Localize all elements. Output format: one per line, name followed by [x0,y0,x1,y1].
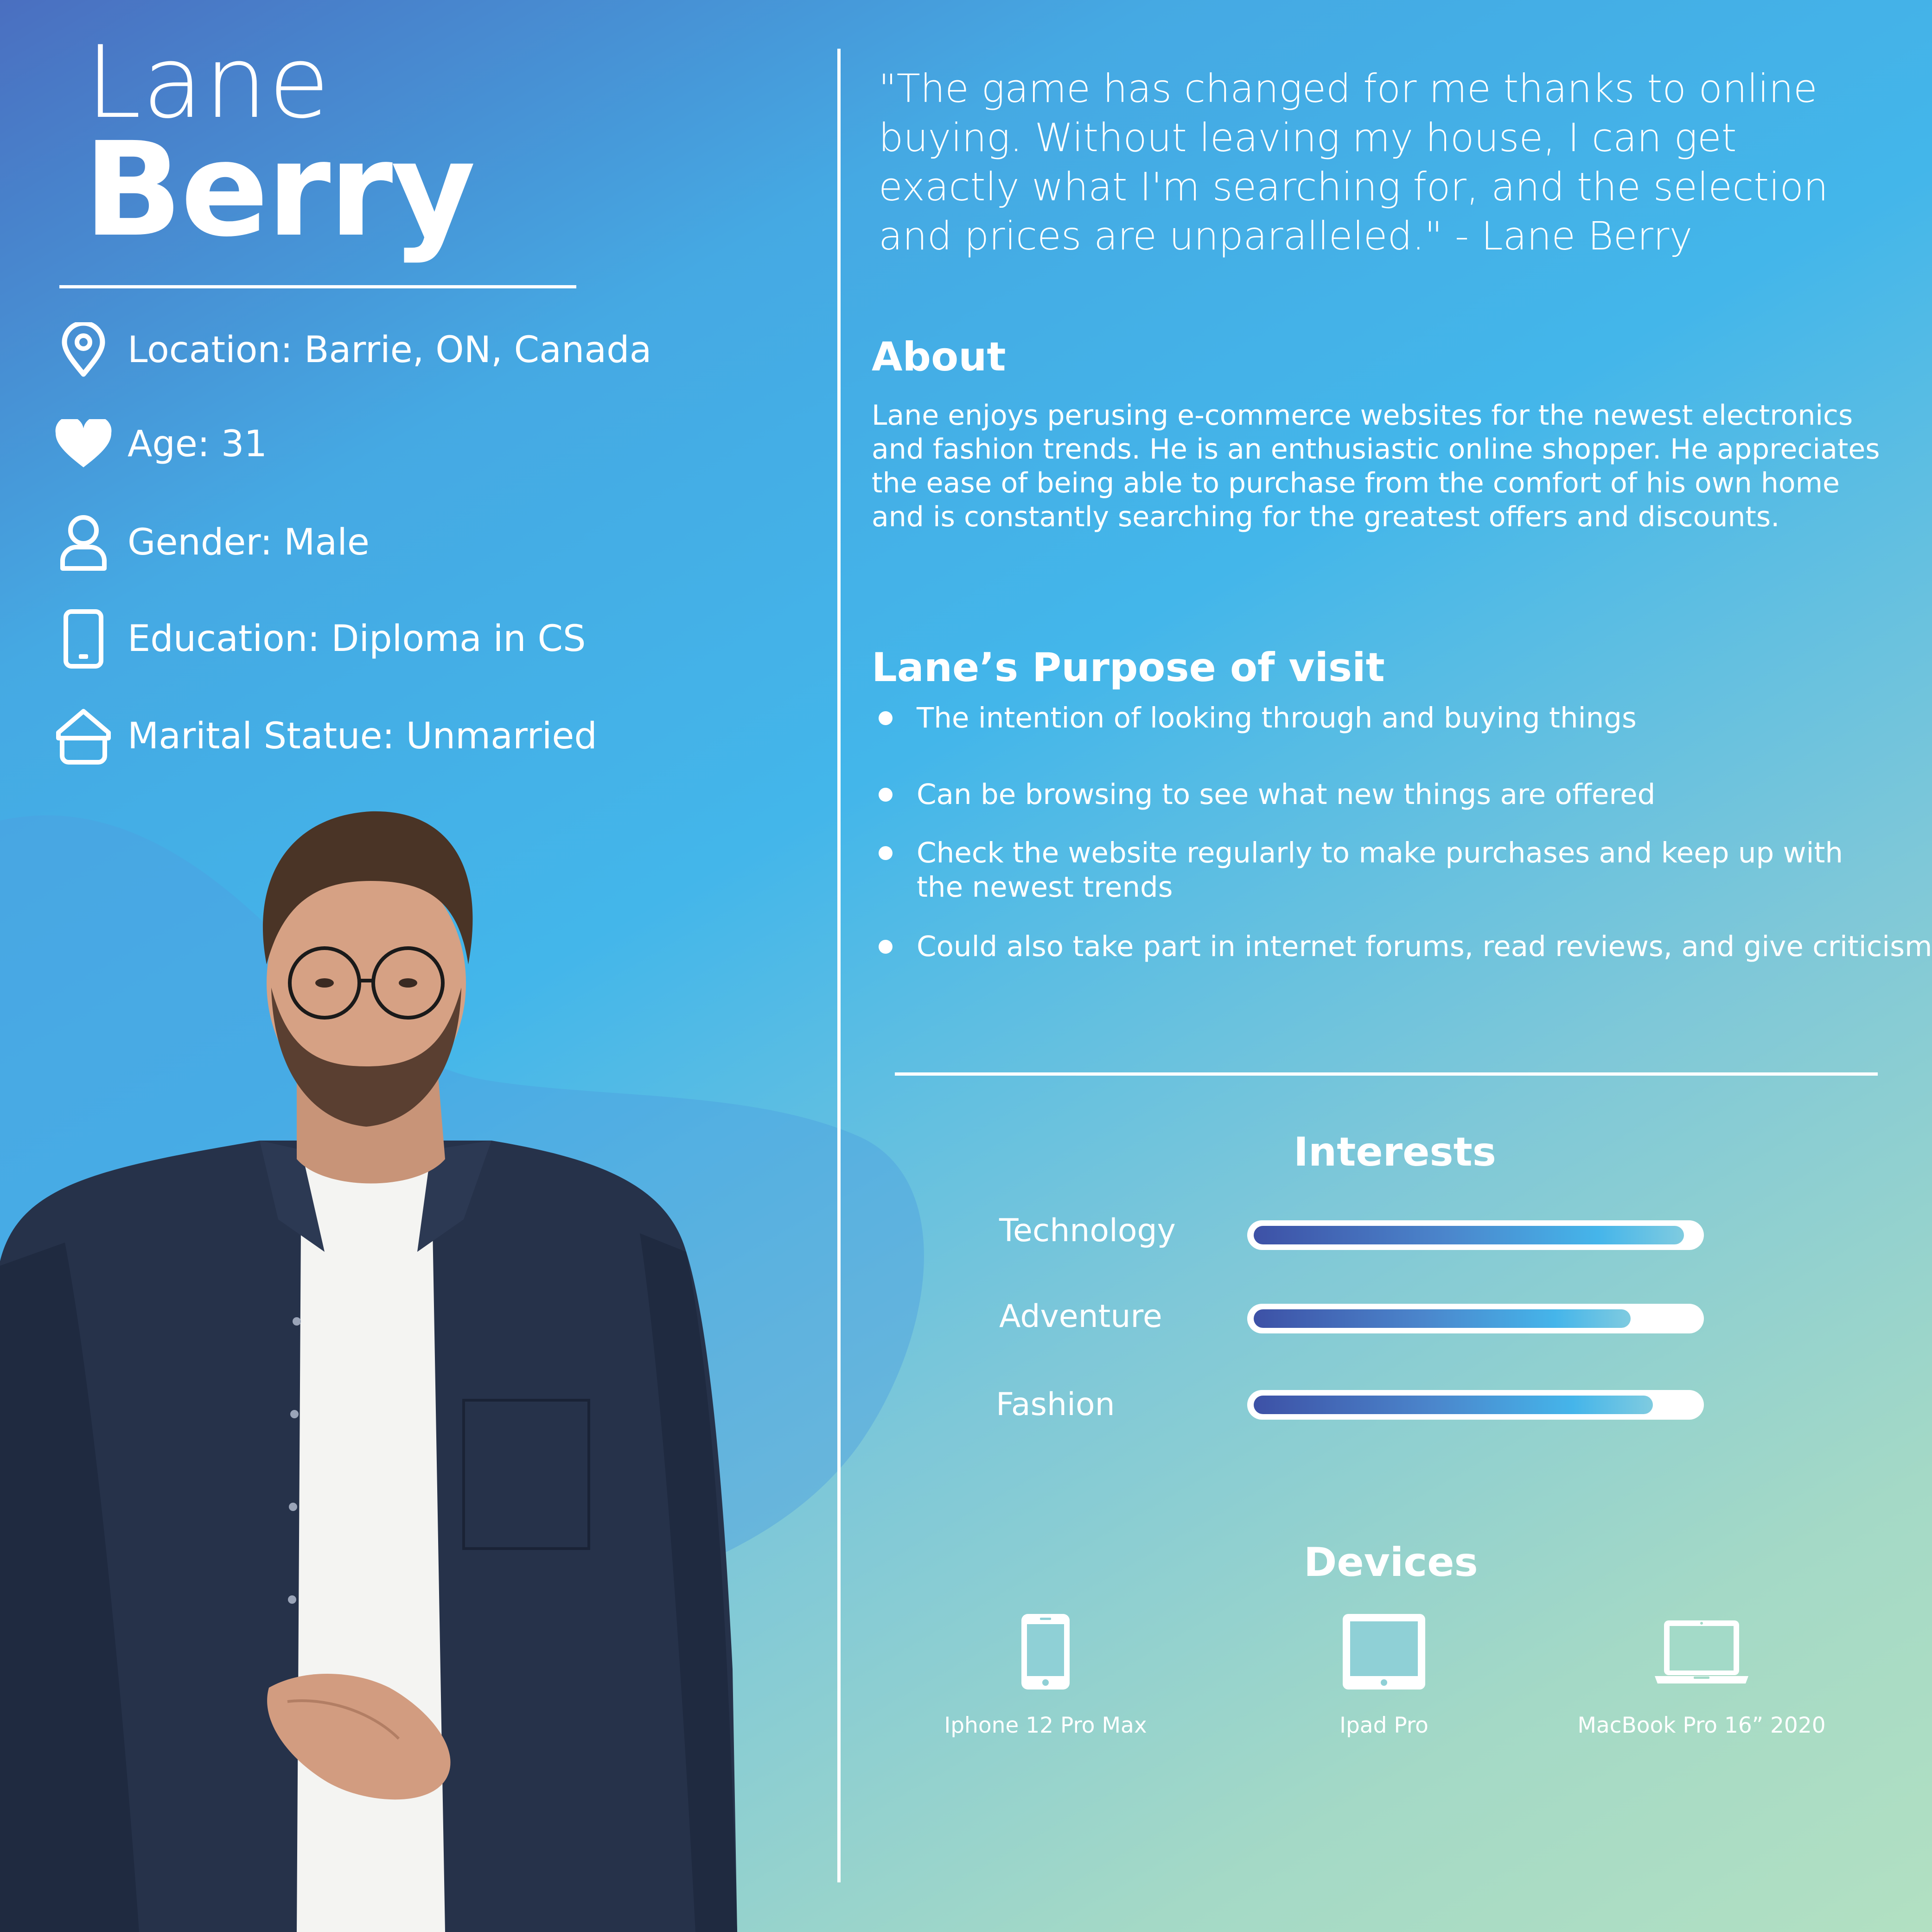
quote-line: and prices are unparalleled." - Lane Ber… [879,213,1693,259]
detail-education-text: Education: Diploma in CS [128,618,586,660]
about-line: the ease of being able to purchase from … [872,467,1840,499]
purpose-item-text: Can be browsing to see what new things a… [917,778,1656,811]
purpose-item: Check the website regularly to make purc… [879,836,1843,905]
house-icon [53,706,114,766]
device-label: Iphone 12 Pro Max [944,1713,1147,1738]
about-heading: About [872,334,1006,380]
interest-bar-track [1247,1390,1704,1420]
about-line: and fashion trends. He is an enthusiasti… [872,433,1880,465]
column-divider [837,49,841,1882]
interests-heading: Interests [1294,1129,1496,1175]
device-label: MacBook Pro 16” 2020 [1577,1713,1826,1738]
person-icon [53,512,114,573]
section-divider [895,1072,1878,1076]
persona-photo [0,811,737,1932]
interest-bar-fill [1254,1396,1653,1414]
purpose-item-text: Could also take part in internet forums,… [917,930,1932,963]
about-text: Lane enjoys perusing e-commerce websites… [872,399,1915,534]
bullet-dot [879,940,893,954]
detail-gender-text: Gender: Male [128,522,370,563]
purpose-item-text: the newest trends [917,871,1173,904]
about-line: Lane enjoys perusing e-commerce websites… [872,399,1853,432]
about-line: and is constantly searching for the grea… [872,501,1780,533]
tablet-icon [1343,1614,1425,1690]
purpose-heading: Lane’s Purpose of visit [872,644,1385,691]
interest-bar-track [1247,1220,1704,1250]
persona-quote: "The game has changed for me thanks to o… [879,64,1899,261]
device-label: Ipad Pro [1339,1713,1428,1738]
detail-location: Location: Barrie, ON, Canada [53,318,651,383]
purpose-item: The intention of looking through and buy… [879,701,1637,735]
interest-bar-fill [1254,1226,1684,1244]
detail-marital: Marital Statue: Unmarried [53,704,597,769]
detail-age: Age: 31 [53,412,267,477]
location-pin-icon [53,320,114,380]
purpose-item: Could also take part in internet forums,… [879,930,1932,964]
interest-label: Adventure [999,1298,1162,1335]
interest-bar-track [1247,1304,1704,1333]
device-item: Iphone 12 Pro Max [941,1611,1150,1738]
quote-line: exactly what I'm searching for, and the … [879,164,1829,210]
detail-gender: Gender: Male [53,510,370,575]
detail-education: Education: Diploma in CS [53,606,586,671]
bullet-dot [879,711,893,725]
laptop-icon [1655,1620,1748,1683]
quote-line: buying. Without leaving my house, I can … [879,115,1737,160]
detail-marital-text: Marital Statue: Unmarried [128,715,597,757]
interest-bar-fill [1254,1309,1631,1328]
device-item: MacBook Pro 16” 2020 [1567,1611,1836,1738]
purpose-item: Can be browsing to see what new things a… [879,778,1655,812]
interest-label: Fashion [996,1386,1115,1423]
phone-icon [53,609,114,669]
purpose-item-text: The intention of looking through and buy… [917,701,1637,734]
detail-age-text: Age: 31 [128,423,268,465]
bullet-dot [879,846,893,860]
devices-heading: Devices [1304,1539,1478,1586]
detail-location-text: Location: Barrie, ON, Canada [128,329,652,371]
quote-line: "The game has changed for me thanks to o… [879,66,1817,111]
smartphone-icon [1021,1614,1070,1690]
device-item: Ipad Pro [1280,1611,1488,1738]
purpose-item-text: Check the website regularly to make purc… [917,836,1843,869]
bullet-dot [879,788,893,802]
persona-last-name: Berry [83,115,476,266]
heart-icon [53,414,114,474]
interest-label: Technology [999,1212,1176,1249]
name-divider [59,285,576,288]
